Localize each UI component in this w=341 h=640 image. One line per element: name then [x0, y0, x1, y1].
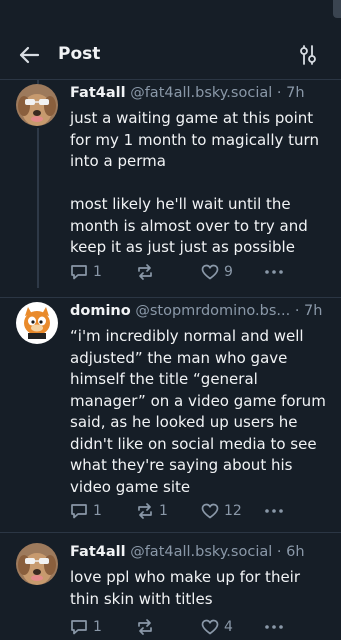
like-button[interactable]: 9	[201, 263, 233, 281]
author-handle[interactable]: @fat4all.bsky.social	[130, 544, 272, 560]
heart-icon	[201, 503, 219, 519]
post-actions: 1 9	[70, 263, 290, 283]
dog-avatar-icon	[16, 84, 58, 126]
post-text: “i'm incredibly normal and well adjusted…	[70, 327, 331, 496]
like-count: 4	[224, 619, 233, 635]
reply-count: 1	[93, 264, 102, 280]
post-time: · 7h	[276, 85, 305, 101]
ellipsis-icon	[265, 625, 283, 629]
avatar[interactable]	[16, 543, 58, 585]
post-actions: 1 1 12	[70, 502, 290, 522]
post-meta: Fat4all @fat4all.bsky.social · 7h	[70, 85, 305, 101]
ellipsis-icon	[265, 509, 283, 513]
repost-button[interactable]: 1	[136, 502, 168, 520]
more-button[interactable]	[264, 618, 284, 636]
reply-count: 1	[93, 503, 102, 519]
cat-avatar-icon	[16, 302, 58, 344]
post-meta: Fat4all @fat4all.bsky.social · 6h	[70, 544, 305, 560]
more-button[interactable]	[264, 502, 284, 520]
reply-button[interactable]: 1	[70, 502, 102, 520]
status-indicator	[333, 0, 341, 18]
dog-avatar-icon	[16, 543, 58, 585]
repost-icon	[138, 264, 152, 280]
more-button[interactable]	[264, 263, 284, 281]
repost-button[interactable]	[136, 263, 159, 281]
post-time: · 7h	[294, 303, 323, 319]
like-button[interactable]: 4	[201, 618, 233, 636]
post-meta: domino @stopmrdomino.bs... · 7h	[70, 303, 322, 319]
sliders-icon[interactable]	[298, 44, 318, 66]
post-item[interactable]: Fat4all @fat4all.bsky.social · 7h just a…	[0, 80, 341, 297]
arrow-left-icon[interactable]	[18, 45, 40, 65]
reply-count: 1	[93, 619, 102, 635]
post-time: · 6h	[276, 544, 305, 560]
author-name[interactable]: Fat4all	[70, 85, 126, 101]
post-text: love ppl who make up for their thin skin…	[70, 568, 305, 608]
like-button[interactable]: 12	[201, 502, 242, 520]
repost-icon	[138, 503, 152, 519]
avatar[interactable]	[16, 84, 58, 126]
post-item[interactable]: domino @stopmrdomino.bs... · 7h “i'm inc…	[0, 297, 341, 532]
reply-icon	[71, 620, 87, 635]
reply-button[interactable]: 1	[70, 618, 102, 636]
author-name[interactable]: domino	[70, 303, 131, 319]
reply-button[interactable]: 1	[70, 263, 102, 281]
reply-icon	[71, 265, 87, 280]
author-handle[interactable]: @fat4all.bsky.social	[130, 85, 272, 101]
author-handle[interactable]: @stopmrdomino.bs...	[135, 303, 290, 319]
post-actions: 1 4	[70, 618, 290, 638]
repost-icon	[138, 619, 152, 635]
status-bar	[0, 0, 341, 24]
page-title: Post	[58, 44, 101, 64]
post-text: just a waiting game at this point for my…	[70, 109, 319, 256]
repost-count: 1	[159, 503, 168, 519]
like-count: 12	[224, 503, 242, 519]
reply-icon	[71, 504, 87, 519]
repost-button[interactable]	[136, 618, 159, 636]
heart-icon	[201, 264, 219, 280]
like-count: 9	[224, 264, 233, 280]
ellipsis-icon	[265, 270, 283, 274]
post-item[interactable]: Fat4all @fat4all.bsky.social · 6h love p…	[0, 532, 341, 640]
post-header: Post	[0, 30, 341, 80]
avatar[interactable]	[16, 302, 58, 344]
author-name[interactable]: Fat4all	[70, 544, 126, 560]
heart-icon	[201, 619, 219, 635]
